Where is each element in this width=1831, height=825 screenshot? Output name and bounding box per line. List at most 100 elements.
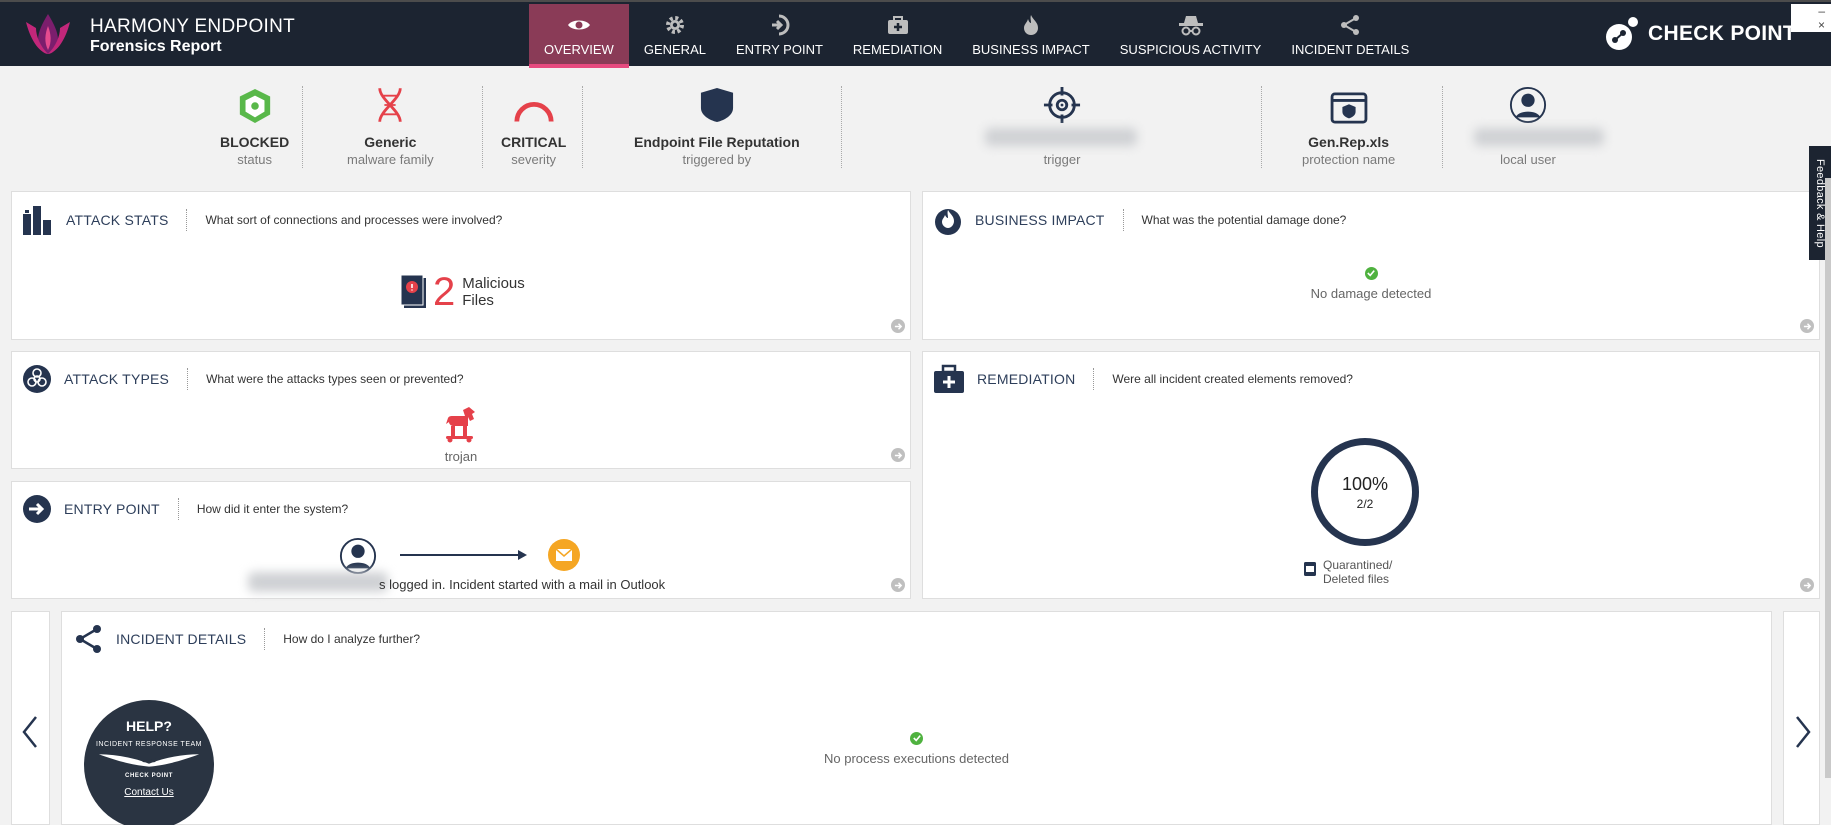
summary-severity: CRITICAL severity [501, 84, 566, 167]
trigger-label: trigger [1043, 152, 1081, 167]
legend-line-2: Deleted files [1323, 572, 1390, 586]
malicious-label: Malicious [462, 275, 525, 292]
entry-point-description: s logged in. Incident started with a mai… [379, 577, 666, 592]
check-point-logo [1606, 17, 1639, 50]
remediation-percent: 100% [1341, 473, 1389, 494]
summary-triggered-by: Endpoint File Reputation triggered by [634, 84, 800, 167]
chevron-right-icon[interactable] [1793, 715, 1813, 749]
card-title: ATTACK STATS [66, 212, 169, 228]
check-icon [1364, 266, 1378, 280]
local-user-label: local user [1500, 152, 1556, 167]
tab-label: INCIDENT DETAILS [1291, 42, 1410, 57]
medkit-icon [934, 364, 964, 393]
attack-types-card[interactable]: ATTACK TYPES What were the attacks types… [11, 351, 911, 469]
tab-label: REMEDIATION [852, 42, 943, 57]
summary-status: BLOCKED status [220, 84, 289, 167]
entry-arrow-icon [772, 14, 790, 36]
tab-remediation[interactable]: REMEDIATION [838, 4, 957, 68]
divider [482, 86, 483, 168]
mail-icon [548, 539, 580, 571]
share-icon [76, 625, 101, 653]
card-title: BUSINESS IMPACT [975, 212, 1105, 228]
protection-name-value: Gen.Rep.xls [1308, 134, 1390, 150]
card-question: How did it enter the system? [196, 502, 349, 516]
flow-arrow [400, 550, 527, 560]
flame-icon [935, 209, 961, 235]
bar-chart-icon [23, 206, 51, 235]
divider [302, 86, 303, 168]
help-org: CHECK POINT [125, 773, 173, 779]
redacted-user [248, 572, 388, 592]
card-question: What was the potential damage done? [1141, 213, 1347, 227]
severity-label: severity [511, 152, 557, 167]
card-question: How do I analyze further? [283, 632, 421, 646]
protection-window-icon [1330, 92, 1367, 124]
trojan-horse-icon [446, 407, 475, 443]
summary-protection-name: Gen.Rep.xls protection name [1302, 84, 1395, 167]
shield-blocked-icon [239, 88, 270, 124]
summary-malware-family: Generic malware family [347, 84, 434, 167]
incident-details-card[interactable]: INCIDENT DETAILS How do I analyze furthe… [61, 611, 1772, 825]
medkit-icon [887, 16, 908, 34]
check-point-brand: CHECK POINT [1604, 16, 1796, 52]
owl-wings-icon [98, 754, 200, 767]
files-label: Files [462, 292, 494, 309]
brand-name: CHECK POINT [1648, 22, 1796, 45]
tab-general[interactable]: GENERAL [629, 4, 721, 68]
summary-trigger: trigger [1030, 84, 1094, 167]
scrollbar[interactable] [1825, 178, 1831, 778]
spy-icon [1178, 16, 1203, 36]
chevron-left-icon[interactable] [20, 715, 40, 749]
close-button[interactable]: × [1818, 18, 1825, 32]
minimize-button[interactable]: – [1818, 4, 1825, 18]
tab-entry-point[interactable]: ENTRY POINT [721, 4, 838, 68]
help-badge: HELP? INCIDENT RESPONSE TEAM CHECK POINT… [84, 700, 214, 825]
biohazard-icon [23, 365, 51, 393]
divider [1261, 86, 1262, 168]
triggered-by-value: Endpoint File Reputation [634, 134, 800, 150]
top-bar: HARMONY ENDPOINT Forensics Report OVERVI… [0, 0, 1831, 68]
app-title: HARMONY ENDPOINT [90, 16, 296, 37]
open-details-arrow-icon[interactable] [1800, 319, 1814, 333]
summary-strip: BLOCKED status Generic malware family CR… [12, 66, 1820, 178]
remediation-fraction: 2/2 [1356, 496, 1374, 511]
open-details-arrow-icon[interactable] [891, 578, 905, 592]
divider [582, 86, 583, 168]
card-question: What were the attacks types seen or prev… [206, 372, 464, 386]
legend-line-1: Quarantined/ [1323, 558, 1393, 572]
app-subtitle: Forensics Report [90, 38, 222, 55]
card-title: INCIDENT DETAILS [116, 631, 247, 647]
attack-type-label: trojan [444, 449, 478, 464]
redacted-trigger [985, 128, 1137, 146]
remediation-card[interactable]: REMEDIATION Were all incident created el… [922, 351, 1820, 599]
tab-incident-details[interactable]: INCIDENT DETAILS [1276, 4, 1424, 68]
tab-business-impact[interactable]: BUSINESS IMPACT [957, 4, 1105, 68]
open-details-arrow-icon[interactable] [891, 448, 905, 462]
remediation-progress-ring: 100% 2/2 [1311, 438, 1419, 546]
dna-icon [378, 87, 403, 123]
shield-icon [700, 88, 733, 122]
divider [841, 86, 842, 168]
business-impact-result: No damage detected [1310, 286, 1432, 301]
redacted-user [1474, 128, 1604, 146]
status-value: BLOCKED [220, 134, 290, 150]
contact-us-link[interactable]: Contact Us [84, 787, 214, 798]
severity-value: CRITICAL [501, 134, 567, 150]
quarantine-file-icon [1304, 562, 1316, 576]
open-details-arrow-icon[interactable] [1800, 578, 1814, 592]
triggered-by-label: triggered by [682, 152, 752, 167]
user-avatar-icon [1509, 86, 1547, 124]
main-nav: OVERVIEW GENERAL ENTRY POINT REMEDIATION… [529, 4, 1424, 68]
open-details-arrow-icon[interactable] [891, 319, 905, 333]
tab-overview[interactable]: OVERVIEW [529, 4, 629, 68]
card-question: What sort of connections and processes w… [205, 213, 503, 227]
tab-label: OVERVIEW [544, 42, 614, 57]
share-icon [1341, 15, 1360, 35]
entry-point-card[interactable]: ENTRY POINT How did it enter the system?… [11, 481, 911, 599]
business-impact-card[interactable]: BUSINESS IMPACT What was the potential d… [922, 191, 1820, 340]
tab-suspicious-activity[interactable]: SUSPICIOUS ACTIVITY [1105, 4, 1277, 68]
eye-icon [567, 20, 590, 30]
attack-stats-card[interactable]: ATTACK STATS What sort of connections an… [11, 191, 911, 340]
window-controls: – × [1791, 4, 1831, 32]
tab-label: GENERAL [643, 42, 706, 57]
